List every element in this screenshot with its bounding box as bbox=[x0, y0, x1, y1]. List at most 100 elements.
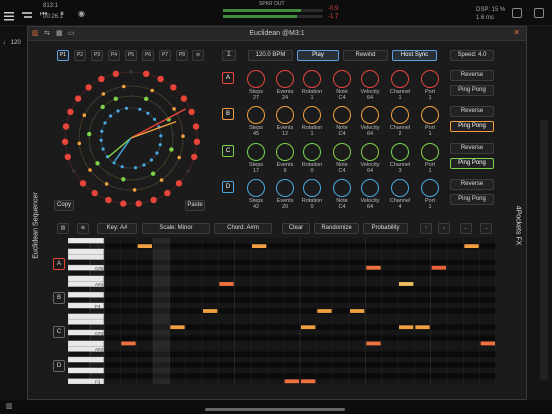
knob-rotation[interactable] bbox=[303, 106, 321, 124]
arrange-icon[interactable] bbox=[22, 8, 32, 18]
knob-events[interactable] bbox=[276, 143, 294, 161]
target-icon[interactable]: ⊕ bbox=[77, 223, 89, 234]
piano-key[interactable] bbox=[68, 248, 105, 255]
piano-key[interactable] bbox=[68, 259, 91, 266]
knob-channel[interactable] bbox=[391, 179, 409, 197]
reverse-button-c[interactable]: Reverse bbox=[450, 143, 494, 154]
knob-channel[interactable] bbox=[391, 70, 409, 88]
hamburger-menu-icon[interactable] bbox=[4, 8, 14, 21]
record-icon[interactable]: ◉ bbox=[78, 9, 85, 18]
ping-pong-button-a[interactable]: Ping Pong bbox=[450, 85, 494, 96]
lane-button-a[interactable]: A bbox=[53, 258, 65, 270]
arrow-down-icon[interactable]: ↓ bbox=[438, 223, 450, 234]
piano-key[interactable] bbox=[68, 324, 91, 331]
knob-velocity[interactable] bbox=[361, 70, 379, 88]
note-block[interactable] bbox=[415, 325, 430, 330]
piano-key[interactable] bbox=[68, 291, 105, 298]
note-block[interactable] bbox=[170, 325, 185, 330]
paste-button[interactable]: Paste bbox=[185, 200, 205, 211]
bpm-display[interactable]: 120.0 BPM bbox=[248, 50, 293, 61]
clear-button[interactable]: Clear bbox=[282, 223, 310, 234]
knob-velocity[interactable] bbox=[361, 179, 379, 197]
knob-events[interactable] bbox=[276, 106, 294, 124]
knob-channel[interactable] bbox=[391, 106, 409, 124]
reverse-button-a[interactable]: Reverse bbox=[450, 70, 494, 81]
knob-note[interactable] bbox=[333, 179, 351, 197]
keyboard-icon[interactable]: ▥ bbox=[57, 223, 69, 234]
ping-pong-button-b[interactable]: Ping Pong bbox=[450, 121, 494, 132]
reverse-button-b[interactable]: Reverse bbox=[450, 106, 494, 117]
pattern-button-p8[interactable]: P8 bbox=[176, 50, 188, 61]
arrow-left-icon[interactable]: ← bbox=[460, 223, 472, 234]
piano-key[interactable] bbox=[68, 270, 91, 276]
note-block[interactable] bbox=[464, 244, 479, 249]
piano-key[interactable] bbox=[68, 308, 91, 314]
rewind-button[interactable]: Rewind bbox=[343, 50, 388, 61]
sigma-button[interactable]: Σ bbox=[222, 50, 236, 61]
knob-port[interactable] bbox=[421, 179, 439, 197]
note-block[interactable] bbox=[399, 325, 414, 330]
chord-selector[interactable]: Chord: A#m bbox=[214, 223, 272, 234]
knob-rotation[interactable] bbox=[303, 179, 321, 197]
note-block[interactable] bbox=[219, 282, 234, 286]
reverse-button-d[interactable]: Reverse bbox=[450, 179, 494, 190]
pause-icon[interactable]: ⏸ bbox=[60, 9, 64, 19]
knob-events[interactable] bbox=[276, 70, 294, 88]
knob-port[interactable] bbox=[421, 143, 439, 161]
piano-key[interactable] bbox=[68, 243, 91, 249]
knob-velocity[interactable] bbox=[361, 143, 379, 161]
piano-key[interactable] bbox=[68, 351, 91, 358]
knob-steps[interactable] bbox=[247, 106, 265, 124]
note-block[interactable] bbox=[284, 379, 299, 384]
note-block[interactable] bbox=[301, 379, 316, 384]
note-block[interactable] bbox=[366, 265, 381, 270]
knob-steps[interactable] bbox=[247, 179, 265, 197]
settings-icon[interactable] bbox=[534, 8, 544, 18]
note-block[interactable] bbox=[317, 309, 332, 313]
note-block[interactable] bbox=[121, 341, 136, 346]
piano-key[interactable] bbox=[68, 254, 105, 260]
note-block[interactable] bbox=[203, 309, 218, 313]
piano-key[interactable] bbox=[68, 313, 105, 320]
randomize-button[interactable]: Randomize bbox=[314, 223, 359, 234]
pattern-button-p1[interactable]: P1 bbox=[57, 50, 69, 61]
track-b-select[interactable]: B bbox=[222, 108, 234, 120]
piano-key[interactable] bbox=[68, 362, 91, 368]
right-fader[interactable] bbox=[540, 120, 548, 380]
note-block[interactable] bbox=[366, 341, 381, 346]
note-block[interactable] bbox=[480, 341, 495, 346]
play-button[interactable]: Play bbox=[297, 50, 339, 61]
piano-roll[interactable]: F5 C#5 A#4 F4 C#4 A#3 F3 bbox=[68, 238, 496, 384]
delete-pattern-button[interactable]: ⊖ bbox=[192, 50, 204, 61]
pattern-button-p6[interactable]: P6 bbox=[142, 50, 154, 61]
track-c-select[interactable]: C bbox=[222, 145, 234, 157]
copy-button[interactable]: Copy bbox=[54, 200, 74, 211]
note-block[interactable] bbox=[137, 244, 152, 249]
note-block[interactable] bbox=[431, 265, 446, 270]
note-block[interactable] bbox=[350, 309, 365, 313]
track-a-select[interactable]: A bbox=[222, 72, 234, 84]
piano-key[interactable] bbox=[68, 335, 91, 341]
knob-channel[interactable] bbox=[391, 143, 409, 161]
piano-key[interactable] bbox=[68, 340, 105, 347]
ping-pong-button-c[interactable]: Ping Pong bbox=[450, 158, 494, 169]
knob-note[interactable] bbox=[333, 70, 351, 88]
piano-key[interactable] bbox=[68, 297, 91, 304]
key-selector[interactable]: Key: A# bbox=[97, 223, 137, 234]
piano-key[interactable] bbox=[68, 367, 105, 374]
host-sync-button[interactable]: Host Sync bbox=[392, 50, 437, 61]
knob-steps[interactable] bbox=[247, 143, 265, 161]
probability-button[interactable]: Probability bbox=[363, 223, 408, 234]
knob-rotation[interactable] bbox=[303, 143, 321, 161]
piano-key[interactable] bbox=[68, 238, 105, 244]
arrow-up-icon[interactable]: ↑ bbox=[420, 223, 432, 234]
pattern-button-p5[interactable]: P5 bbox=[125, 50, 137, 61]
piano-key[interactable] bbox=[68, 286, 91, 293]
pattern-button-p3[interactable]: P3 bbox=[91, 50, 103, 61]
lane-button-d[interactable]: D bbox=[53, 360, 65, 372]
knob-port[interactable] bbox=[421, 106, 439, 124]
piano-key[interactable] bbox=[68, 275, 105, 282]
rewind-icon[interactable]: ⏮ bbox=[40, 9, 47, 19]
knob-port[interactable] bbox=[421, 70, 439, 88]
piano-key[interactable] bbox=[68, 356, 105, 363]
